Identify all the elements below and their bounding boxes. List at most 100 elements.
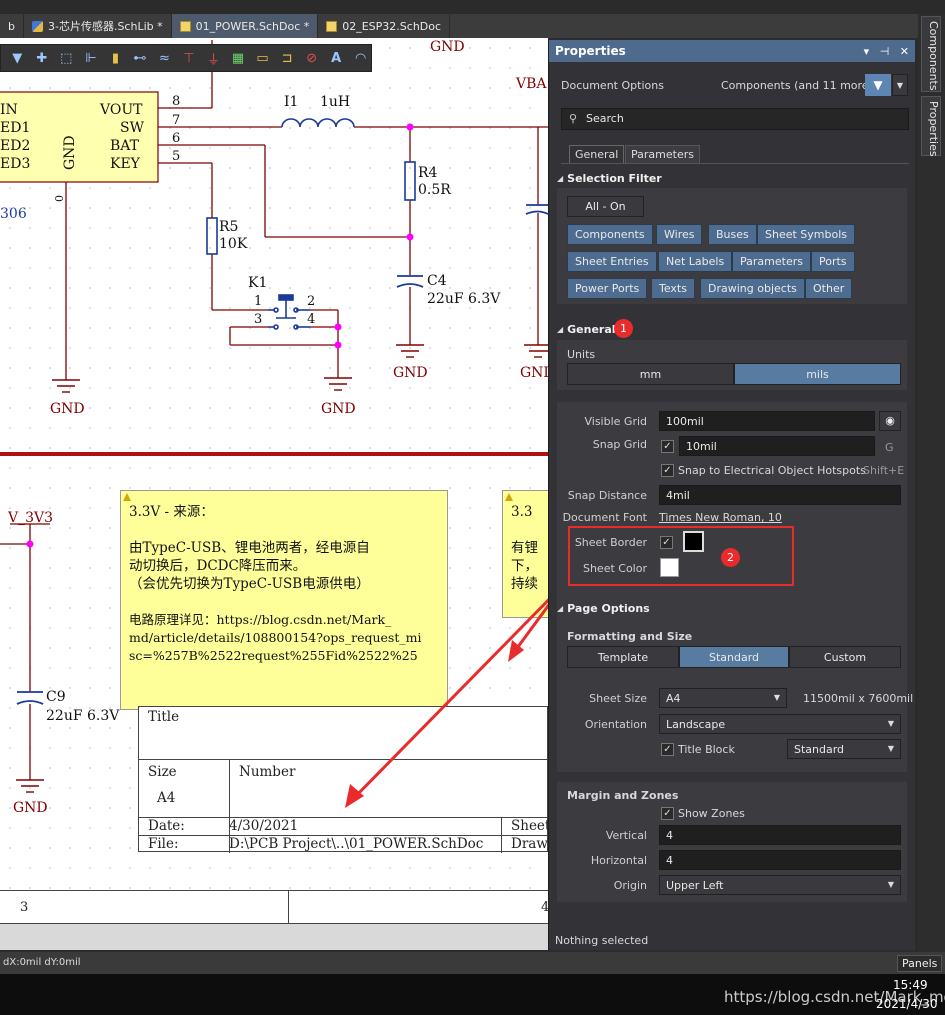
pin-icon[interactable]: ⊣ [880,45,890,58]
net-label-icon[interactable]: ▦ [228,48,249,68]
format-template-toggle[interactable]: Template [567,646,679,668]
filter-ports-button[interactable]: Ports [811,251,855,272]
filter-parameters-button[interactable]: Parameters [732,251,811,272]
title-block-checkbox[interactable]: ✓ [661,743,674,756]
bus-icon[interactable]: ≈ [154,48,175,68]
all-on-button[interactable]: All - On [567,196,644,217]
tab-esp32-schdoc[interactable]: 02_ESP32.SchDoc [318,14,451,38]
filter-power-ports-button[interactable]: Power Ports [567,278,648,299]
title-block-label: Title Block [678,743,735,756]
part-icon[interactable]: ▮ [105,48,126,68]
resistor-r5[interactable] [206,217,218,255]
document-font-link[interactable]: Times New Roman, 10 [659,511,782,524]
tab-partial[interactable]: b [0,14,24,38]
align-icon[interactable]: ⊩ [81,48,102,68]
sheet-border-color-swatch[interactable] [683,531,704,552]
filter-icon[interactable]: ▼ [865,74,891,96]
text-note-3v3-source[interactable]: 3.3V - 来源： 由TypeC-USB、锂电池两者，经电源自 动切换后，DC… [120,490,448,710]
format-standard-toggle[interactable]: Standard [679,646,789,668]
capacitor-c4[interactable] [396,275,424,288]
selection-filter-header[interactable]: ◢ Selection Filter [557,168,907,188]
vertical-zones-input[interactable]: 4 [659,825,901,845]
collapse-icon: ◢ [557,324,564,334]
tab-general[interactable]: General [569,145,625,163]
port-icon[interactable]: ▭ [252,48,273,68]
sheet-color-swatch[interactable] [660,558,679,577]
sheet-size-select[interactable]: A4 [659,688,787,708]
snap-grid-checkbox[interactable]: ✓ [661,440,674,453]
power-port-icon[interactable]: ⊤ [179,48,200,68]
cross-icon[interactable]: ✚ [32,48,53,68]
off-sheet-icon[interactable]: ⊐ [277,48,298,68]
switch-k1[interactable] [268,294,310,330]
filter-buses-button[interactable]: Buses [708,224,757,245]
panels-button[interactable]: Panels [897,955,943,972]
horizontal-zones-input[interactable]: 4 [659,850,901,870]
schdoc-icon [179,20,191,32]
page-options-header[interactable]: ◢ Page Options [557,598,907,618]
properties-panel: Properties ▾ ⊣ ✕ Document Options Compon… [548,40,915,950]
title-block[interactable]: Title Size A4 Number Date: 4/30/2021 Fil… [138,706,548,853]
text-icon[interactable]: A [326,48,347,68]
sheet-color-label: Sheet Color [582,562,647,575]
units-mils-toggle[interactable]: mils [734,363,901,385]
tab-properties[interactable]: Properties [921,96,941,157]
search-input[interactable]: ⚲ Search [561,108,909,130]
filter-wires-button[interactable]: Wires [656,224,703,245]
snap-grid-input[interactable]: 10mil [679,436,875,456]
filter-components-button[interactable]: Components [567,224,653,245]
select-rect-icon[interactable]: ⬚ [56,48,77,68]
text-note-partial[interactable]: 3.3 有锂 下， 持续 [502,490,548,618]
format-custom-toggle[interactable]: Custom [789,646,901,668]
no-erc-icon[interactable]: ⊘ [301,48,322,68]
arc-icon[interactable]: ◠ [350,48,371,68]
sheet-label: Sheet [511,818,548,834]
gnd-label: GND [50,401,85,417]
ground-icon[interactable]: ⏚ [203,48,224,68]
eye-icon[interactable]: ◉ [879,411,901,431]
filter-net-labels-button[interactable]: Net Labels [658,251,733,272]
show-zones-checkbox[interactable]: ✓ [661,807,674,820]
origin-select[interactable]: Upper Left [659,875,901,895]
zone-label: 4 [541,900,548,915]
note-line: 电路原理详见：https://blog.csdn.net/Mark_ [129,612,392,627]
drawn-label: Draw [511,836,548,852]
filter-other-button[interactable]: Other [805,278,853,299]
wire-icon[interactable]: ⊷ [130,48,151,68]
gnd-label: GND [13,800,48,816]
resistor-r4[interactable] [404,161,416,201]
chevron-down-icon[interactable]: ▼ [892,74,908,96]
panel-menu-icon[interactable]: ▾ [864,45,870,58]
tab-components[interactable]: Components [921,16,941,92]
tab-schlib[interactable]: 3-芯片传感器.SchLib * [24,14,172,38]
search-placeholder: Search [586,112,624,125]
orientation-select[interactable]: Landscape [659,714,901,734]
tab-parameters[interactable]: Parameters [625,145,700,164]
filter-texts-button[interactable]: Texts [651,278,695,299]
note-collapse-icon[interactable] [505,493,513,501]
tab-power-schdoc[interactable]: 01_POWER.SchDoc * [171,14,319,38]
filter-summary: Components (and 11 more) [721,79,873,92]
close-icon[interactable]: ✕ [900,45,909,58]
snap-distance-input[interactable]: 4mil [659,485,901,505]
inductor-symbol[interactable] [281,118,355,128]
general-header[interactable]: ◢ General [557,319,907,339]
filter-sheet-symbols-button[interactable]: Sheet Symbols [757,224,856,245]
number-label: Number [239,764,296,780]
note-line: 持续 [511,576,538,592]
c9-ref: C9 [46,689,66,705]
file-label: File: [148,836,179,852]
visible-grid-input[interactable]: 100mil [659,411,875,431]
sheet-border-checkbox[interactable]: ✓ [660,536,673,549]
filter-sheet-entries-button[interactable]: Sheet Entries [567,251,657,272]
title-block-select[interactable]: Standard [787,739,901,759]
filter-drawing-objects-button[interactable]: Drawing objects [700,278,805,299]
schematic-canvas[interactable]: IN ED1 ED2 ED3 VOUT SW BAT KEY GND 306 0 [0,38,548,950]
note-collapse-icon[interactable] [123,493,131,501]
capacitor-c9[interactable] [16,691,44,705]
units-mm-toggle[interactable]: mm [567,363,734,385]
filter-icon[interactable]: ▼ [7,48,28,68]
snap-hotspots-checkbox[interactable]: ✓ [661,464,674,477]
k1-pin: 1 [254,294,262,309]
note-line [129,521,439,539]
